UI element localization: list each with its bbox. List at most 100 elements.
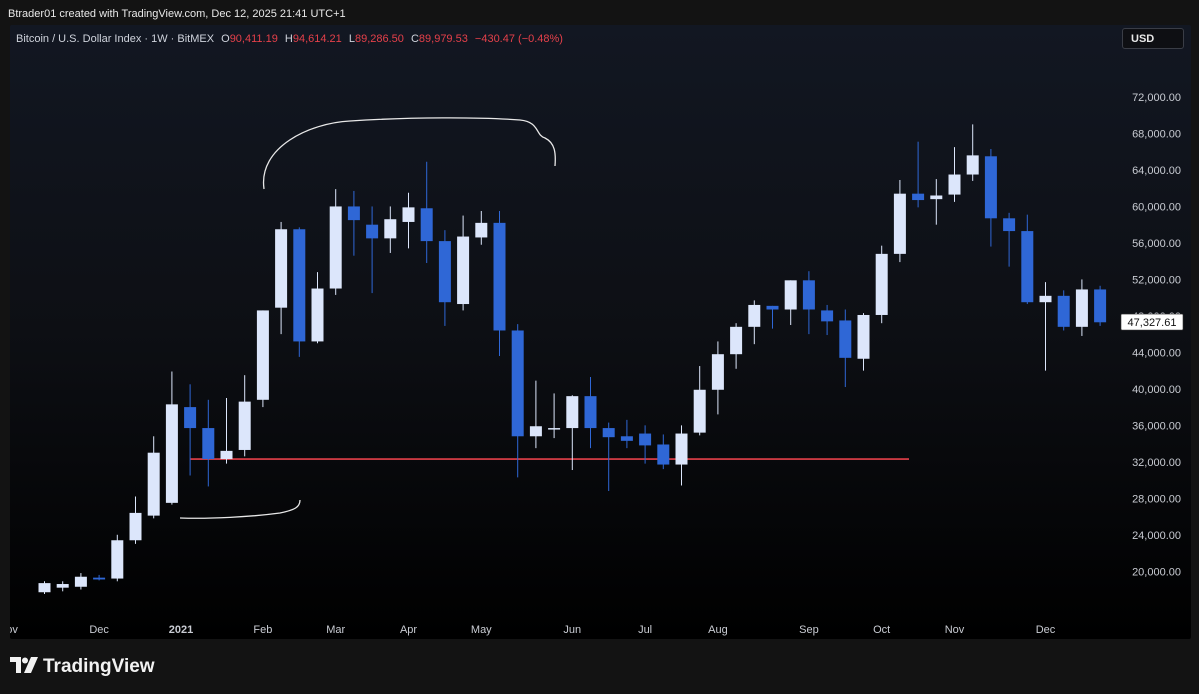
x-tick-label: Dec	[89, 624, 109, 636]
y-tick-label: 56,000.00	[1132, 238, 1181, 250]
candle-body	[548, 428, 561, 430]
candle-body	[275, 229, 288, 308]
candle-body	[693, 389, 706, 433]
candle-body	[730, 326, 743, 355]
x-tick-label: Sep	[799, 624, 819, 636]
y-tick-label: 72,000.00	[1132, 92, 1181, 104]
open-value: 90,411.19	[229, 33, 278, 45]
x-tick-label: Feb	[253, 624, 272, 636]
currency-button[interactable]: USD	[1122, 28, 1184, 49]
candle-body	[912, 193, 925, 201]
change-value: −430.47 (−0.48%)	[474, 33, 563, 45]
tradingview-logo-icon	[10, 657, 38, 673]
candle-body	[584, 396, 597, 429]
y-tick-label: 64,000.00	[1132, 165, 1181, 177]
high-value: 94,614.21	[292, 33, 342, 45]
x-tick-label: Jun	[563, 624, 581, 636]
candle-body	[529, 426, 542, 437]
candle-body	[420, 208, 433, 242]
symbol-legend: Bitcoin / U.S. Dollar Index · 1W · BitME…	[16, 33, 563, 45]
candle-body	[1094, 289, 1107, 323]
x-tick-label: Apr	[400, 624, 417, 636]
x-tick-label: Nov	[10, 624, 18, 636]
candle-body	[620, 436, 633, 441]
candle-body	[1075, 289, 1088, 327]
high-label: H	[284, 33, 293, 45]
candle-body	[256, 310, 269, 400]
y-tick-label: 24,000.00	[1132, 530, 1181, 542]
candle-body	[165, 404, 178, 503]
candle-body	[930, 195, 943, 200]
y-tick-label: 32,000.00	[1132, 457, 1181, 469]
candle-body	[38, 583, 51, 593]
candle-body	[93, 577, 106, 580]
candle-body	[293, 229, 306, 342]
y-tick-label: 44,000.00	[1132, 347, 1181, 359]
close-value: 89,979.53	[418, 33, 468, 45]
x-tick-label: May	[471, 624, 492, 636]
candle-body	[511, 330, 524, 437]
candle-body	[184, 407, 197, 429]
candle-body	[74, 576, 87, 587]
candle-body	[493, 222, 506, 331]
candle-body	[839, 320, 852, 358]
candle-body	[384, 219, 397, 239]
close-label: C	[410, 33, 419, 45]
last-price-label: 47,327.61	[1128, 317, 1177, 329]
candle-body	[984, 156, 997, 219]
candle-body	[602, 428, 615, 438]
attribution-text: Btrader01 created with TradingView.com, …	[8, 8, 346, 20]
candle-body	[402, 207, 415, 222]
candle-body	[748, 304, 761, 327]
chart-svg[interactable]: 20,000.00 24,000.00 28,000.00 32,000.00 36,0…	[10, 25, 1191, 639]
candle-body	[457, 236, 470, 305]
candle-body	[766, 305, 779, 310]
symbol-title: Bitcoin / U.S. Dollar Index · 1W · BitME…	[16, 33, 215, 45]
candle-body	[475, 222, 488, 238]
candle-body	[639, 433, 652, 446]
candle-body	[1003, 218, 1016, 232]
chart-panel[interactable]: 20,000.00 24,000.00 28,000.00 32,000.00 36,0…	[10, 25, 1191, 639]
y-tick-label: 20,000.00	[1132, 566, 1181, 578]
candle-body	[347, 206, 360, 221]
candle-body	[366, 224, 379, 239]
candle-body	[56, 584, 69, 588]
candle-body	[784, 280, 797, 310]
x-tick-label: Dec	[1036, 624, 1056, 636]
candle-body	[802, 280, 815, 310]
open-label: O	[221, 33, 230, 45]
candle-body	[966, 155, 979, 175]
x-tick-label: Mar	[326, 624, 345, 636]
annotation-arc-top	[263, 117, 556, 190]
annotation-arc-bottom	[179, 499, 301, 519]
x-tick-label: Oct	[873, 624, 890, 636]
candle-body	[566, 396, 579, 429]
top-bar: Btrader01 created with TradingView.com, …	[0, 0, 1199, 26]
y-tick-label: 60,000.00	[1132, 201, 1181, 213]
candle-body	[220, 450, 233, 460]
candle-body	[857, 314, 870, 359]
candle-body	[329, 206, 342, 289]
candle-body	[202, 428, 215, 460]
y-tick-label: 36,000.00	[1132, 420, 1181, 432]
candle-body	[129, 512, 142, 541]
x-tick-label: Nov	[945, 624, 965, 636]
x-tick-label: Jul	[638, 624, 652, 636]
candle-body	[1057, 295, 1070, 327]
candle-body	[875, 253, 888, 315]
candle-body	[147, 452, 160, 516]
candle-body	[711, 354, 724, 390]
candle-body	[657, 444, 670, 465]
candle-body	[111, 540, 124, 579]
candle-body	[438, 241, 451, 303]
y-tick-label: 68,000.00	[1132, 128, 1181, 140]
candle-body	[1039, 295, 1052, 303]
candle-body	[821, 310, 834, 322]
x-tick-label: 2021	[169, 624, 193, 636]
candle-body	[675, 433, 688, 465]
y-tick-label: 52,000.00	[1132, 274, 1181, 286]
brand-name: TradingView	[43, 656, 155, 677]
candle-body	[1021, 231, 1034, 303]
low-value: 89,286.50	[354, 33, 404, 45]
y-tick-label: 28,000.00	[1132, 493, 1181, 505]
